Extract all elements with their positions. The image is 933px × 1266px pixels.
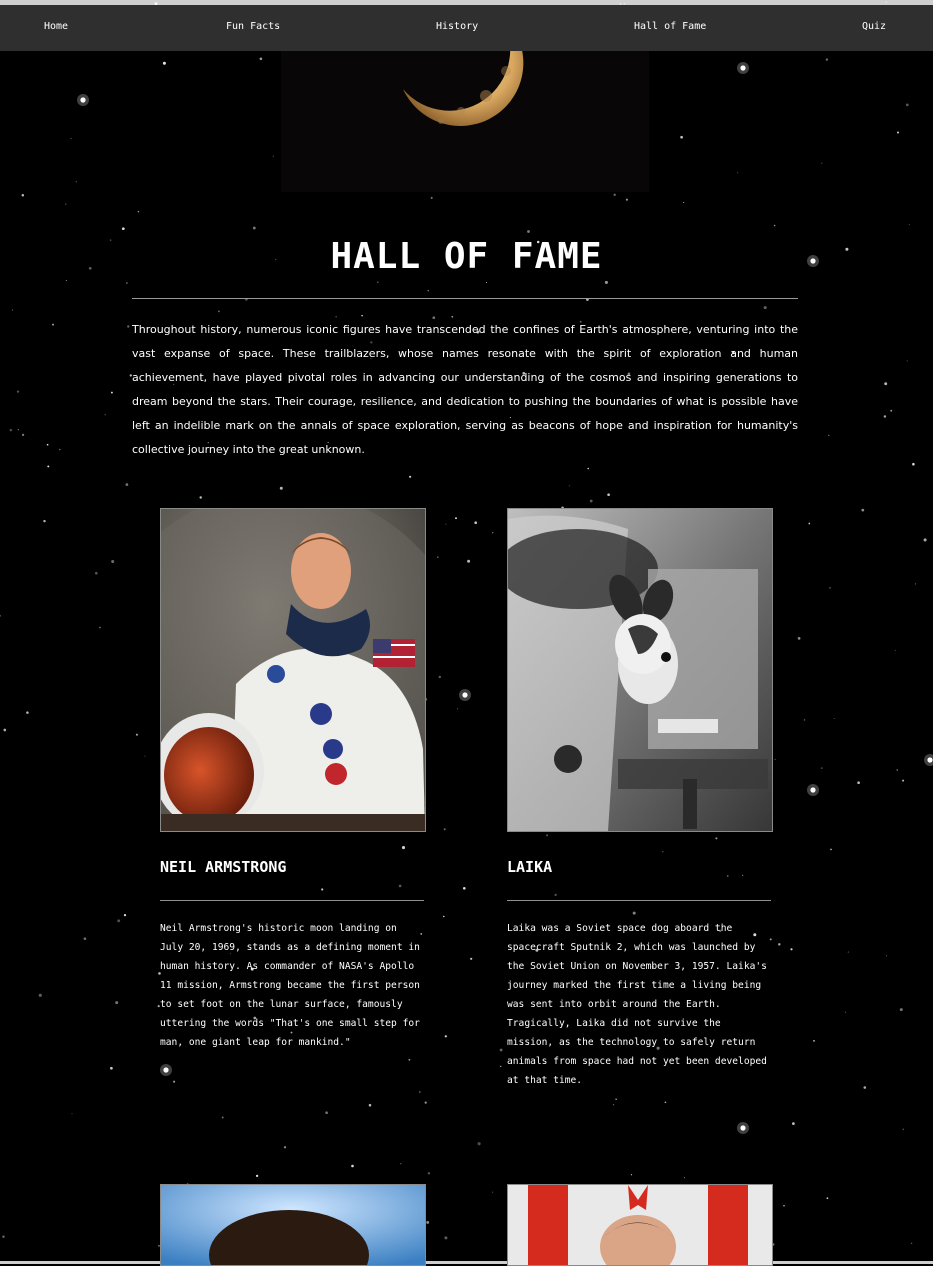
top-navbar: Home Fun Facts History Hall of Fame Quiz <box>0 5 933 51</box>
card-divider <box>160 900 424 901</box>
astronaut-photo-partial-canada <box>507 1184 773 1266</box>
astronaut-photo-partial <box>160 1184 426 1266</box>
moon-hero-image <box>281 51 649 192</box>
neil-armstrong-photo <box>160 508 426 832</box>
nav-hall-of-fame-link[interactable]: Hall of Fame <box>634 21 706 32</box>
page-title: HALL OF FAME <box>330 236 603 277</box>
nav-home-link[interactable]: Home <box>44 21 68 32</box>
card-divider <box>507 900 771 901</box>
nav-fun-facts-link[interactable]: Fun Facts <box>226 21 280 32</box>
card-title-laika: LAIKA <box>507 858 553 876</box>
intro-paragraph: Throughout history, numerous iconic figu… <box>132 323 798 456</box>
title-divider <box>132 298 798 299</box>
laika-photo <box>507 508 773 832</box>
nav-quiz-link[interactable]: Quiz <box>862 21 886 32</box>
card-title-neil-armstrong: NEIL ARMSTRONG <box>160 858 287 876</box>
card-bio-laika: Laika was a Soviet space dog aboard the … <box>507 923 767 1086</box>
card-bio-neil-armstrong: Neil Armstrong's historic moon landing o… <box>160 923 420 1048</box>
nav-history-link[interactable]: History <box>436 21 478 32</box>
